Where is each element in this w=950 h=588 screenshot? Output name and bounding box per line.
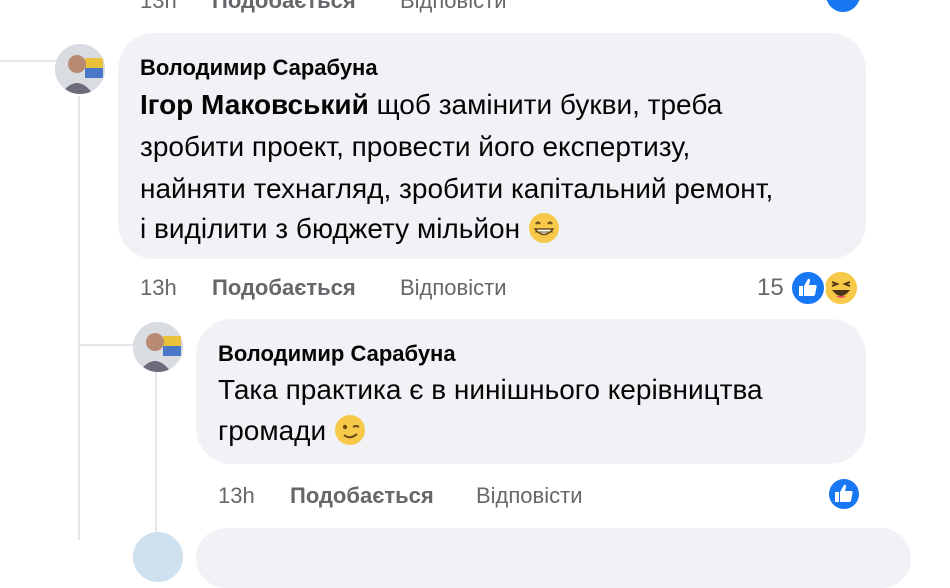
comment-author[interactable]: Володимир Сарабуна	[218, 341, 456, 367]
timestamp[interactable]: 13h	[140, 275, 177, 301]
reply-button[interactable]: Відповісти	[400, 275, 507, 301]
comment-text-line-wrap: громади	[218, 412, 366, 456]
thread-line	[155, 372, 157, 540]
comment-text-line: Така практика є в нинішнього керівництва	[218, 374, 763, 405]
wink-emoji-icon	[334, 414, 366, 456]
timestamp[interactable]: 13h	[218, 483, 255, 509]
comment-author[interactable]: Володимир Сарабуна	[140, 55, 378, 81]
comment-text-line: щоб замінити букви, треба	[368, 89, 723, 120]
comment-text: Ігор Маковський щоб замінити букви, треб…	[140, 86, 722, 124]
like-reaction-icon	[826, 0, 860, 12]
reply-button[interactable]: Відповісти	[400, 0, 507, 14]
thread-line	[78, 344, 136, 346]
like-button[interactable]: Подобається	[212, 275, 356, 301]
reply-button[interactable]: Відповісти	[476, 483, 583, 509]
thread-line	[0, 60, 60, 62]
comment-text-line: зробити проект, провести його експертизу…	[140, 131, 691, 162]
comment-text-line: громади	[218, 415, 327, 446]
grin-emoji-icon	[528, 212, 560, 254]
comment-text-line: і виділити з бюджету мільйон	[140, 213, 521, 244]
mention-link[interactable]: Ігор Маковський	[140, 89, 369, 120]
timestamp: 13h	[140, 0, 177, 13]
reaction-count[interactable]: 15	[757, 274, 784, 302]
like-reaction-icon[interactable]	[789, 269, 827, 307]
comment-bubble	[196, 528, 911, 588]
avatar[interactable]	[55, 44, 105, 94]
like-button[interactable]: Подобається	[212, 0, 356, 14]
comment-text-line: найняти технагляд, зробити капітальний р…	[140, 173, 774, 204]
comment-text-line-wrap: і виділити з бюджету мільйон	[140, 210, 560, 254]
thread-line	[78, 96, 80, 540]
like-button[interactable]: Подобається	[290, 483, 434, 509]
haha-reaction-icon[interactable]	[822, 269, 860, 307]
avatar[interactable]	[133, 322, 183, 372]
like-reaction-icon[interactable]	[826, 476, 862, 512]
